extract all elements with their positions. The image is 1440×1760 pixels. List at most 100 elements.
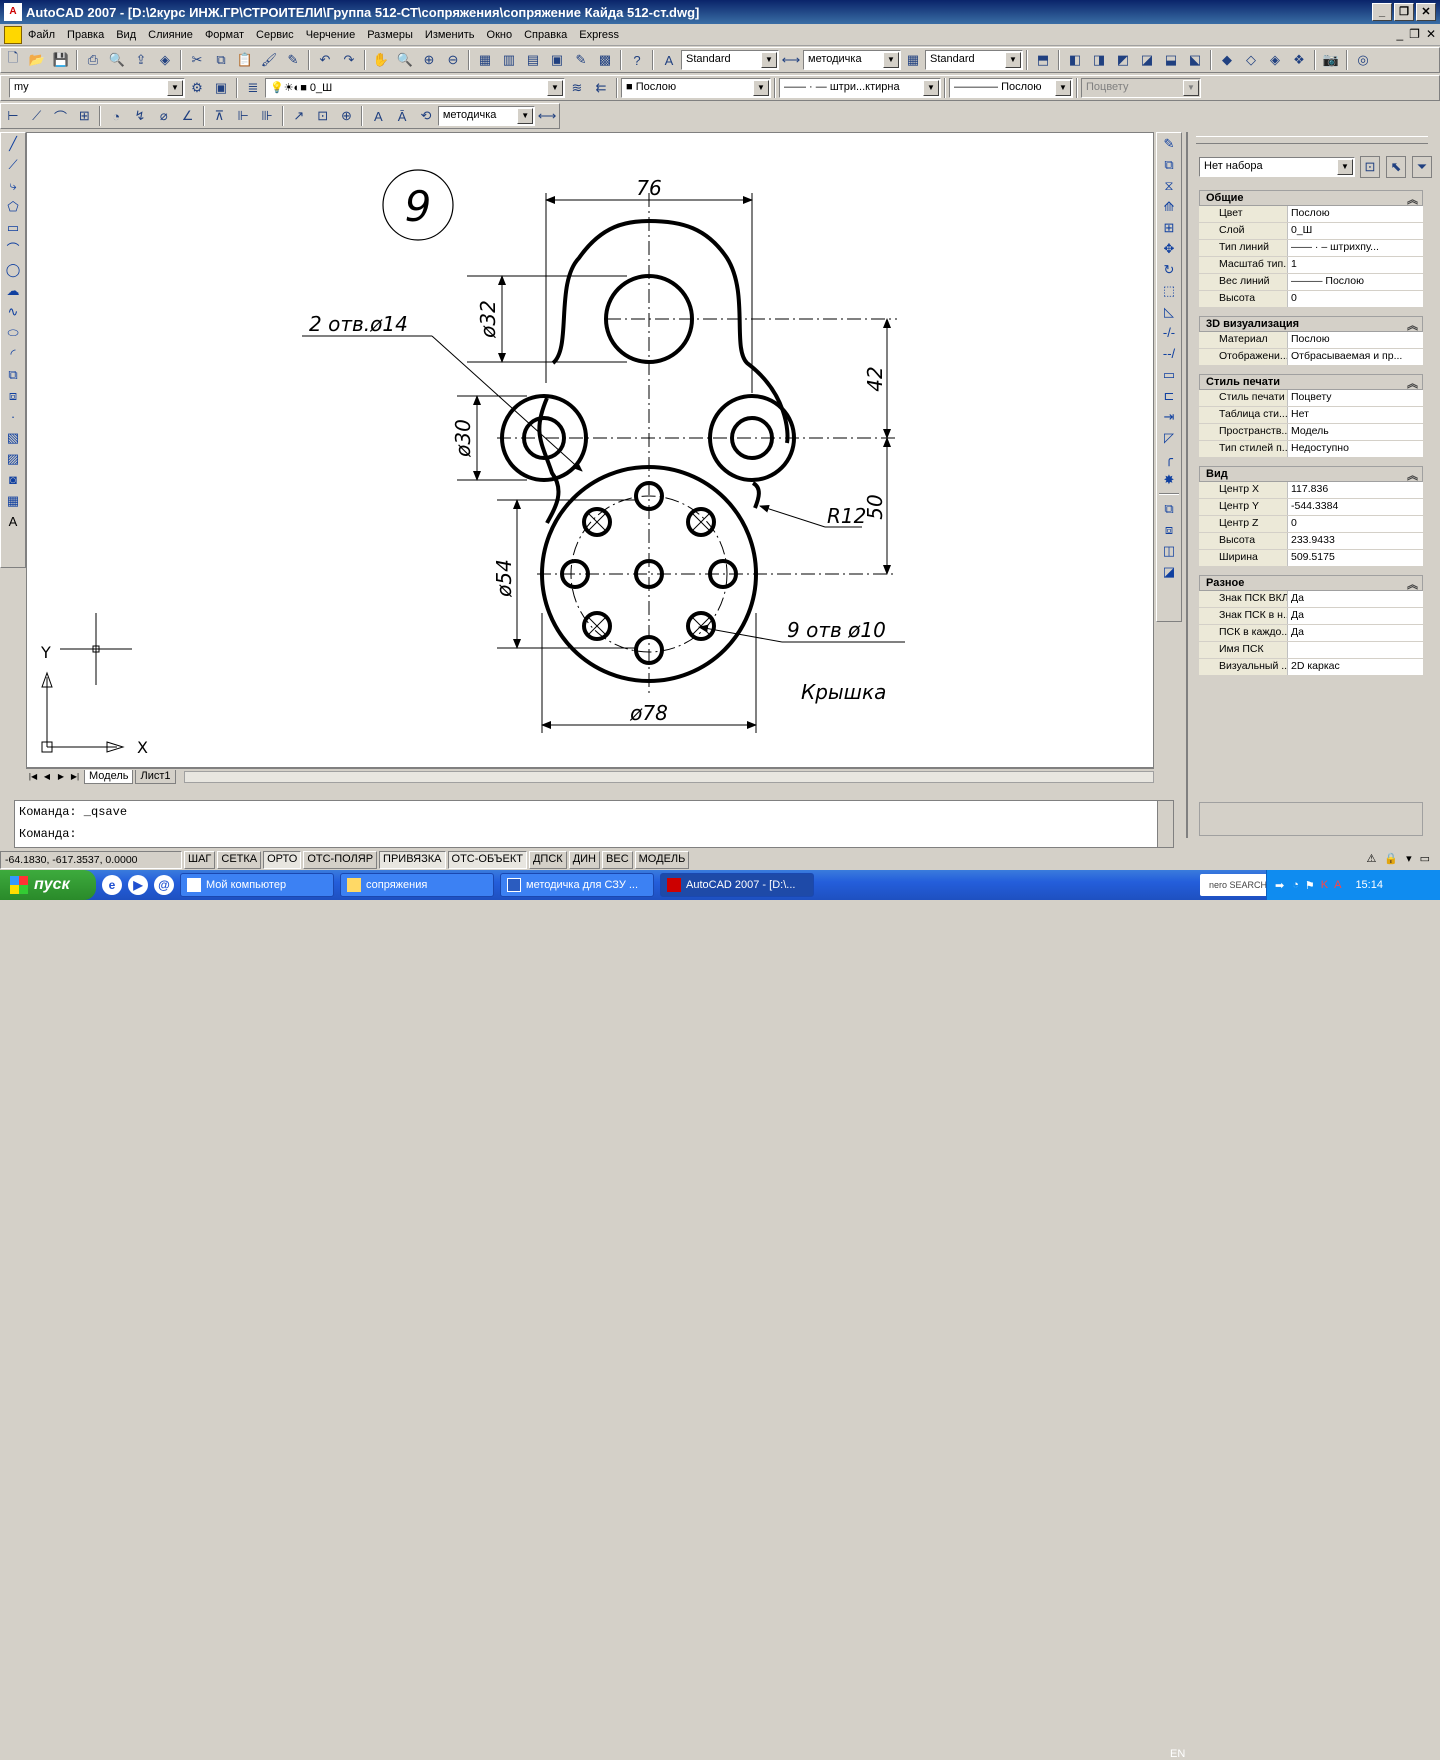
dim-ordinate-icon[interactable]: ⊞: [73, 105, 95, 127]
workspace-save-icon[interactable]: ▣: [210, 77, 232, 99]
polyline-icon[interactable]: ⤷: [2, 175, 24, 196]
workspace-combo[interactable]: my ▼: [9, 78, 185, 98]
quick-leader-icon[interactable]: ↗: [288, 105, 310, 127]
calculator-icon[interactable]: ▩: [594, 49, 616, 71]
otrack-toggle[interactable]: ОТС-ОБЪЕКТ: [447, 851, 527, 869]
status-menu-icon[interactable]: ▾: [1406, 852, 1412, 865]
tray-clock-icon[interactable]: ◔: [1292, 879, 1299, 891]
menu-tools[interactable]: Сервис: [250, 29, 300, 41]
zoom-realtime-icon[interactable]: 🔍: [394, 49, 416, 71]
properties-icon[interactable]: ▦: [474, 49, 496, 71]
command-scrollbar[interactable]: [1157, 801, 1173, 847]
make-current-layer-icon[interactable]: ≋: [566, 77, 588, 99]
iso-se-icon[interactable]: ◇: [1240, 49, 1262, 71]
section-general[interactable]: Общие ︽: [1199, 190, 1423, 206]
zoom-previous-icon[interactable]: ⊖: [442, 49, 464, 71]
section-plot-style[interactable]: Стиль печати ︽: [1199, 374, 1423, 390]
save-icon[interactable]: 💾: [50, 49, 72, 71]
tab-sheet1[interactable]: Лист1: [135, 769, 176, 784]
offset-icon[interactable]: ⟰: [1158, 196, 1180, 217]
rectangle-icon[interactable]: ▭: [2, 217, 24, 238]
menu-view[interactable]: Вид: [110, 29, 142, 41]
orbit-icon[interactable]: ◎: [1352, 49, 1374, 71]
match-properties-icon[interactable]: 🖌: [258, 49, 280, 71]
workspace-settings-icon[interactable]: ⚙: [186, 77, 208, 99]
chevron-down-icon[interactable]: ▼: [517, 108, 534, 124]
fillet-icon[interactable]: ╭: [1158, 448, 1180, 469]
dim-text-edit-icon[interactable]: Ā: [391, 105, 413, 127]
block-editor-icon[interactable]: ✎: [282, 49, 304, 71]
model-toggle[interactable]: МОДЕЛЬ: [634, 851, 690, 869]
command-prompt[interactable]: Команда:: [15, 823, 1173, 845]
tolerance-icon[interactable]: ⊡: [312, 105, 334, 127]
toggle-pickadd-icon[interactable]: ⊡: [1360, 156, 1380, 178]
ellipse-arc-icon[interactable]: ◜: [2, 343, 24, 364]
tray-a-icon[interactable]: A: [1334, 879, 1341, 891]
dim-edit-icon[interactable]: A: [367, 105, 389, 127]
section-misc[interactable]: Разное ︽: [1199, 575, 1423, 591]
center-mark-icon[interactable]: ⊕: [336, 105, 358, 127]
preview-icon[interactable]: 🔍: [106, 49, 128, 71]
chevron-down-icon[interactable]: ▼: [167, 80, 183, 96]
tool-palettes-icon[interactable]: ▤: [522, 49, 544, 71]
move-icon[interactable]: ✥: [1158, 238, 1180, 259]
dim-style-combo[interactable]: методичка ▼: [803, 50, 901, 70]
break-icon[interactable]: ⊏: [1158, 385, 1180, 406]
design-center-icon[interactable]: ▥: [498, 49, 520, 71]
select-objects-icon[interactable]: ⬉: [1386, 156, 1406, 178]
menu-window[interactable]: Окно: [481, 29, 519, 41]
draworder-back-icon[interactable]: ⧈: [1158, 519, 1180, 540]
stretch-icon[interactable]: ◺: [1158, 301, 1180, 322]
last-tab-icon[interactable]: ▶|: [68, 770, 82, 784]
media-player-icon[interactable]: ▶: [128, 875, 148, 895]
rotate-icon[interactable]: ↻: [1158, 259, 1180, 280]
language-indicator[interactable]: EN: [1170, 1748, 1185, 1760]
tray-k-icon[interactable]: K: [1321, 879, 1328, 891]
sheet-set-icon[interactable]: ▣: [546, 49, 568, 71]
construction-line-icon[interactable]: ⟋: [2, 154, 24, 175]
iso-sw-icon[interactable]: ◆: [1216, 49, 1238, 71]
make-block-icon[interactable]: ⧈: [2, 385, 24, 406]
task-my-computer[interactable]: Мой компьютер: [180, 873, 334, 897]
layer-combo[interactable]: 💡☀◐■ 0_Ш ▼: [265, 78, 565, 98]
quick-dim-icon[interactable]: ⊼: [209, 105, 231, 127]
table-style-icon[interactable]: ▦: [902, 49, 924, 71]
menu-help[interactable]: Справка: [518, 29, 573, 41]
first-tab-icon[interactable]: |◀: [26, 770, 40, 784]
iso-ne-icon[interactable]: ◈: [1264, 49, 1286, 71]
table-style-combo[interactable]: Standard ▼: [925, 50, 1023, 70]
doc-restore-icon[interactable]: ❐: [1409, 27, 1420, 41]
print-icon[interactable]: ⎙: [82, 49, 104, 71]
text-style-icon[interactable]: A: [658, 49, 680, 71]
doc-minimize-icon[interactable]: _: [1396, 27, 1403, 41]
autocad-app-icon[interactable]: A: [4, 3, 22, 21]
dim-style-icon[interactable]: ⟷: [780, 49, 802, 71]
linetype-combo[interactable]: —— · — штри...ктирна ▼: [779, 78, 941, 98]
chevron-down-icon[interactable]: ▼: [1337, 159, 1353, 175]
menu-edit[interactable]: Правка: [61, 29, 110, 41]
collapse-icon[interactable]: ︽: [1407, 375, 1418, 391]
dim-linear-icon[interactable]: ⊢: [2, 105, 24, 127]
array-icon[interactable]: ⊞: [1158, 217, 1180, 238]
chevron-down-icon[interactable]: ▼: [761, 52, 777, 68]
mtext-icon[interactable]: A: [2, 511, 24, 532]
dyn-toggle[interactable]: ДИН: [568, 851, 601, 869]
menu-draw[interactable]: Черчение: [300, 29, 362, 41]
lock-icon[interactable]: 🔒: [1384, 852, 1398, 865]
layer-previous-icon[interactable]: ⇇: [590, 77, 612, 99]
trim-icon[interactable]: -/-: [1158, 322, 1180, 343]
ducs-toggle[interactable]: ДПСК: [528, 851, 567, 869]
close-button[interactable]: ✕: [1416, 3, 1436, 21]
dim-baseline-icon[interactable]: ⊩: [232, 105, 254, 127]
view-right-icon[interactable]: ◩: [1112, 49, 1134, 71]
doc-close-icon[interactable]: ✕: [1426, 27, 1436, 41]
selection-combo[interactable]: Нет набора ▼: [1199, 157, 1355, 177]
camera-icon[interactable]: 📷: [1320, 49, 1342, 71]
menu-dimension[interactable]: Размеры: [361, 29, 419, 41]
task-folder[interactable]: сопряжения: [340, 873, 494, 897]
tray-antivirus-icon[interactable]: ⚑: [1305, 879, 1315, 892]
open-file-icon[interactable]: 📂: [26, 49, 48, 71]
chevron-down-icon[interactable]: ▼: [1005, 52, 1021, 68]
pan-icon[interactable]: ✋: [370, 49, 392, 71]
markup-icon[interactable]: ✎: [570, 49, 592, 71]
